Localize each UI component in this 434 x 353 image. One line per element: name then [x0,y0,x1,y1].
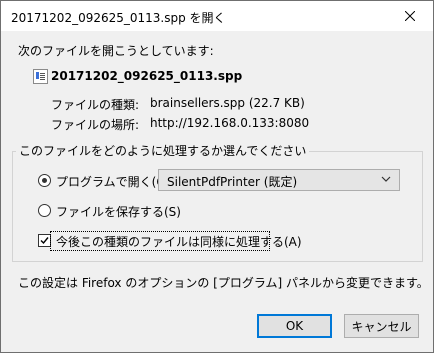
ok-button-label: OK [285,319,304,333]
save-file-radio[interactable] [38,204,51,217]
file-location-value: http://192.168.0.133:8080 [150,116,310,130]
file-type-value: brainsellers.spp (22.7 KB) [150,96,305,110]
save-file-label[interactable]: ファイルを保存する(S) [56,203,181,220]
open-with-label[interactable]: プログラムで開く(O): [56,173,175,190]
application-select-value: SilentPdfPrinter (既定) [167,175,298,189]
open-file-dialog: 20171202_092625_0113.spp を開く 次のファイルを開こうと… [0,0,434,353]
remember-label[interactable]: 今後この種類のファイルは同様に処理する(A) [56,233,302,250]
open-with-radio[interactable] [38,174,51,187]
cancel-button[interactable]: キャンセル [344,314,419,338]
file-location-label: ファイルの場所: [51,118,140,132]
footer-note: この設定は Firefox のオプションの [プログラム] パネルから変更できま… [18,276,429,290]
title-bar: 20171202_092625_0113.spp を開く [1,1,433,31]
file-type-label: ファイルの種類: [51,98,140,112]
file-name: 20171202_092625_0113.spp [51,69,243,83]
close-icon [405,11,415,21]
action-group-legend: このファイルをどのように処理するか選んでください [16,142,310,159]
window-title: 20171202_092625_0113.spp を開く [11,11,226,25]
checkmark-icon [40,237,49,245]
intro-text: 次のファイルを開こうとしています: [18,44,214,58]
application-select[interactable]: SilentPdfPrinter (既定) [158,169,400,191]
cancel-button-label: キャンセル [351,319,412,334]
chevron-down-icon [381,176,391,182]
close-button[interactable] [387,1,433,31]
file-icon [33,69,48,84]
ok-button[interactable]: OK [257,314,332,338]
